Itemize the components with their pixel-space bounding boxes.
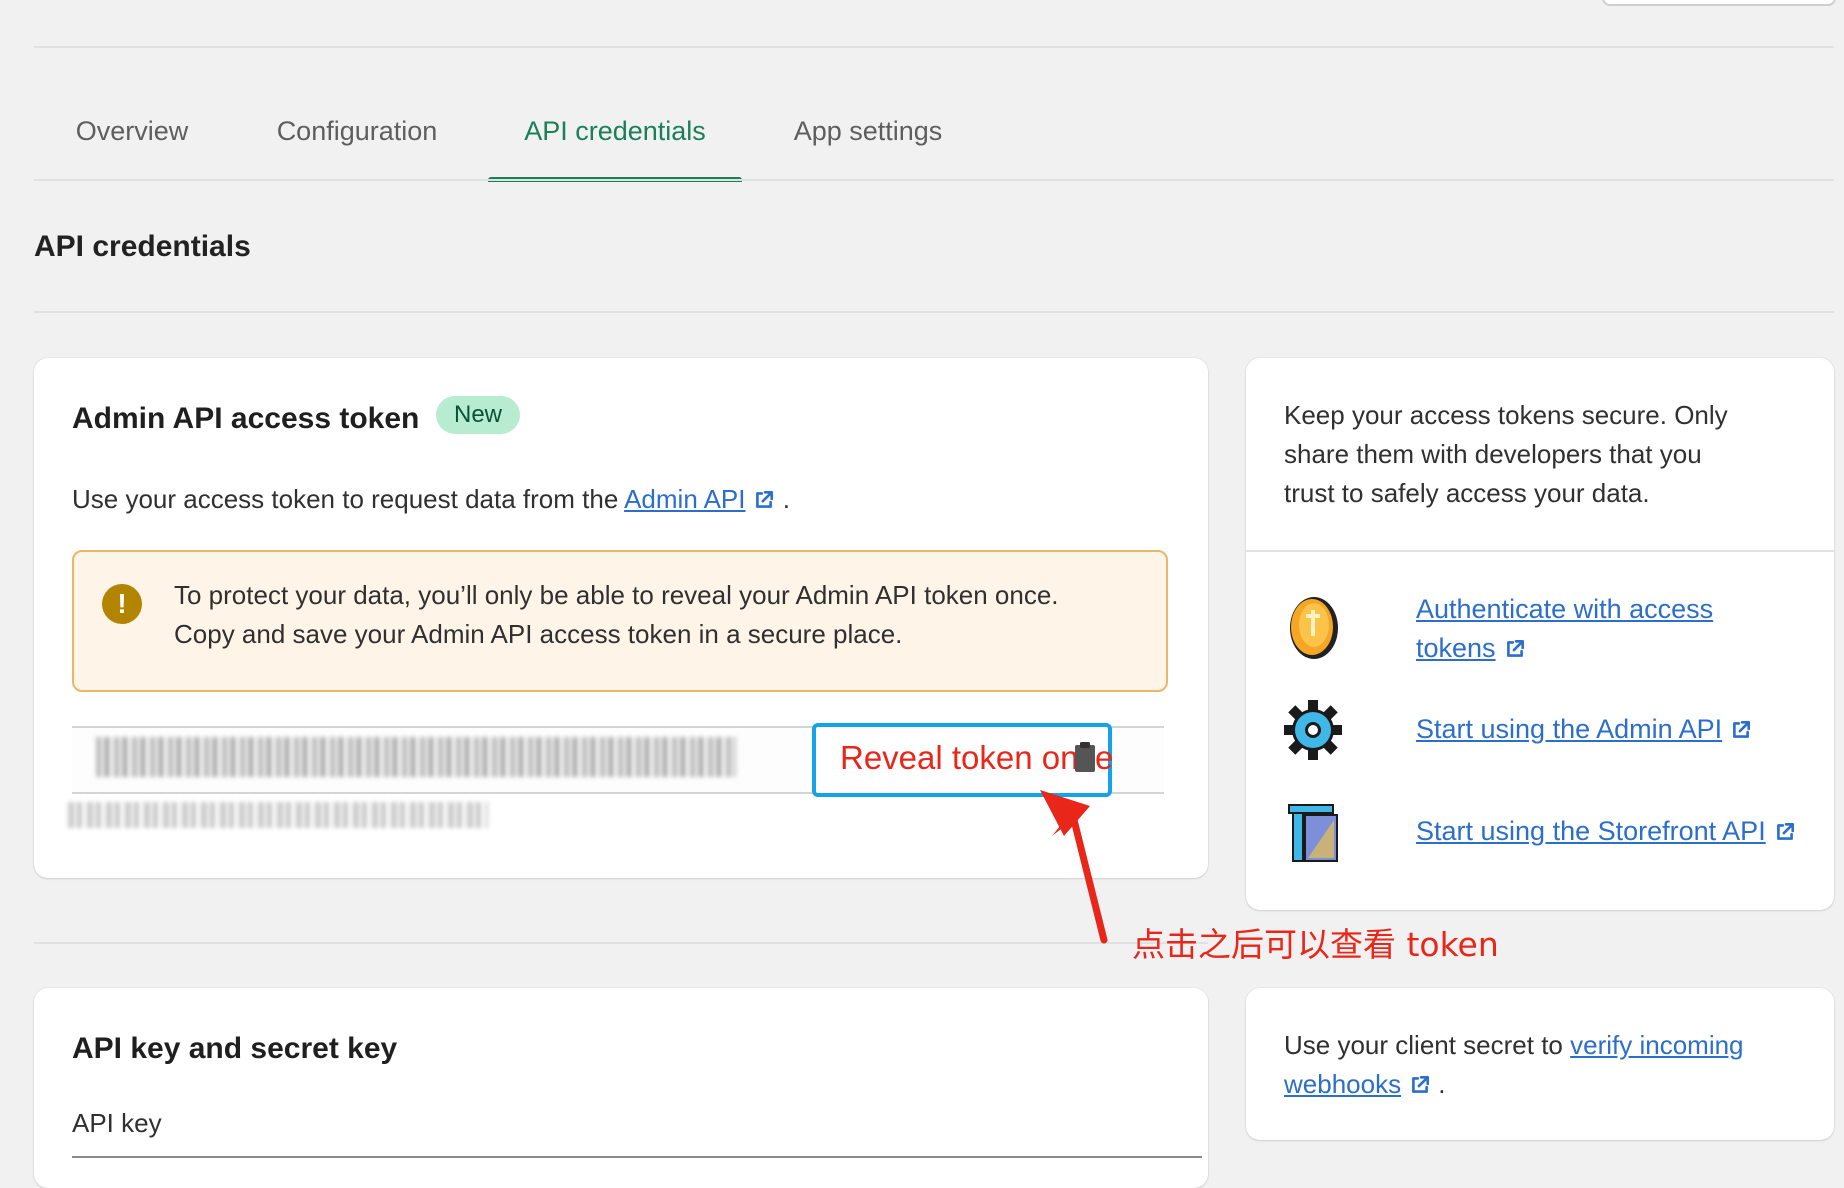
gear-icon <box>1284 700 1342 760</box>
description-suffix: . <box>775 484 790 514</box>
reveal-token-label: Reveal token once <box>840 739 1114 776</box>
header-divider <box>34 46 1834 48</box>
storefront-api-resource-text: Start using the Storefront API <box>1416 812 1796 851</box>
verify-webhooks-link[interactable]: verify incoming <box>1570 1030 1743 1060</box>
admin-token-card: Admin API access token New Use your acce… <box>34 358 1208 878</box>
storefront-api-link[interactable]: Start using the Storefront API <box>1416 816 1766 846</box>
authenticate-link-text: Authenticate with access tokens <box>1416 590 1713 668</box>
redacted-token-hint <box>68 802 488 828</box>
coin-icon <box>1290 597 1338 659</box>
webhook-tip-suffix: . <box>1431 1069 1446 1099</box>
security-tip: Keep your access tokens secure. Only sha… <box>1284 396 1728 513</box>
storefront-icon <box>1288 804 1338 862</box>
tab-bar: Overview Configuration API credentials A… <box>34 96 1834 182</box>
security-tip-line-3: trust to safely access your data. <box>1284 478 1650 508</box>
resources-card: Keep your access tokens secure. Only sha… <box>1246 358 1834 910</box>
redacted-token <box>96 737 736 777</box>
store-selector[interactable] <box>1602 0 1836 6</box>
admin-token-description: Use your access token to request data fr… <box>72 480 790 519</box>
tab-app-settings[interactable]: App settings <box>786 96 950 180</box>
new-badge: New <box>436 396 521 434</box>
resource-admin-api: Start using the Admin API <box>1284 696 1804 766</box>
annotation-text: 点击之后可以查看 token <box>1132 925 1499 964</box>
warning-line-1: To protect your data, you’ll only be abl… <box>174 580 1059 610</box>
tab-api-credentials-label: API credentials <box>524 116 706 146</box>
card-divider <box>1246 550 1834 552</box>
webhook-tip-card: Use your client secret to verify incomin… <box>1246 988 1834 1140</box>
warning-banner: ! To protect your data, you’ll only be a… <box>72 550 1168 692</box>
clipboard-icon <box>1075 742 1095 772</box>
external-link-icon <box>1506 639 1524 657</box>
tab-configuration[interactable]: Configuration <box>268 96 446 180</box>
admin-api-link[interactable]: Admin API <box>624 484 745 514</box>
warning-icon: ! <box>102 584 142 624</box>
admin-api-resource-link[interactable]: Start using the Admin API <box>1416 714 1722 744</box>
reveal-token-button[interactable]: Reveal token once <box>812 723 1114 797</box>
tab-overview[interactable]: Overview <box>72 96 192 180</box>
authenticate-link[interactable]: Authenticate with access <box>1416 594 1713 624</box>
api-keys-title: API key and secret key <box>72 1032 398 1065</box>
resource-storefront-api: Start using the Storefront API <box>1284 798 1804 868</box>
external-link-icon <box>756 490 774 508</box>
external-link-icon <box>1776 822 1794 840</box>
verify-webhooks-link-cont[interactable]: webhooks <box>1284 1069 1401 1099</box>
title-divider <box>34 311 1834 313</box>
api-key-label: API key <box>72 1108 162 1138</box>
tabs-divider <box>34 179 1834 181</box>
warning-line-2: Copy and save your Admin API access toke… <box>174 619 903 649</box>
webhook-tip-text: Use your client secret to <box>1284 1030 1571 1060</box>
external-link-icon <box>1412 1075 1430 1093</box>
warning-text: To protect your data, you’ll only be abl… <box>174 576 1059 654</box>
page-title: API credentials <box>34 230 251 263</box>
section-divider <box>34 942 1208 944</box>
tab-api-credentials[interactable]: API credentials <box>488 96 742 182</box>
api-keys-card: API key and secret key API key <box>34 988 1208 1188</box>
admin-token-title: Admin API access token <box>72 402 420 435</box>
authenticate-link-cont[interactable]: tokens <box>1416 633 1496 663</box>
admin-api-resource-text: Start using the Admin API <box>1416 710 1752 749</box>
external-link-icon <box>1733 720 1751 738</box>
security-tip-line-1: Keep your access tokens secure. Only <box>1284 400 1728 430</box>
description-text: Use your access token to request data fr… <box>72 484 625 514</box>
security-tip-line-2: share them with developers that you <box>1284 439 1702 469</box>
webhook-tip: Use your client secret to verify incomin… <box>1284 1026 1814 1104</box>
resource-authenticate: Authenticate with access tokens <box>1284 590 1804 670</box>
